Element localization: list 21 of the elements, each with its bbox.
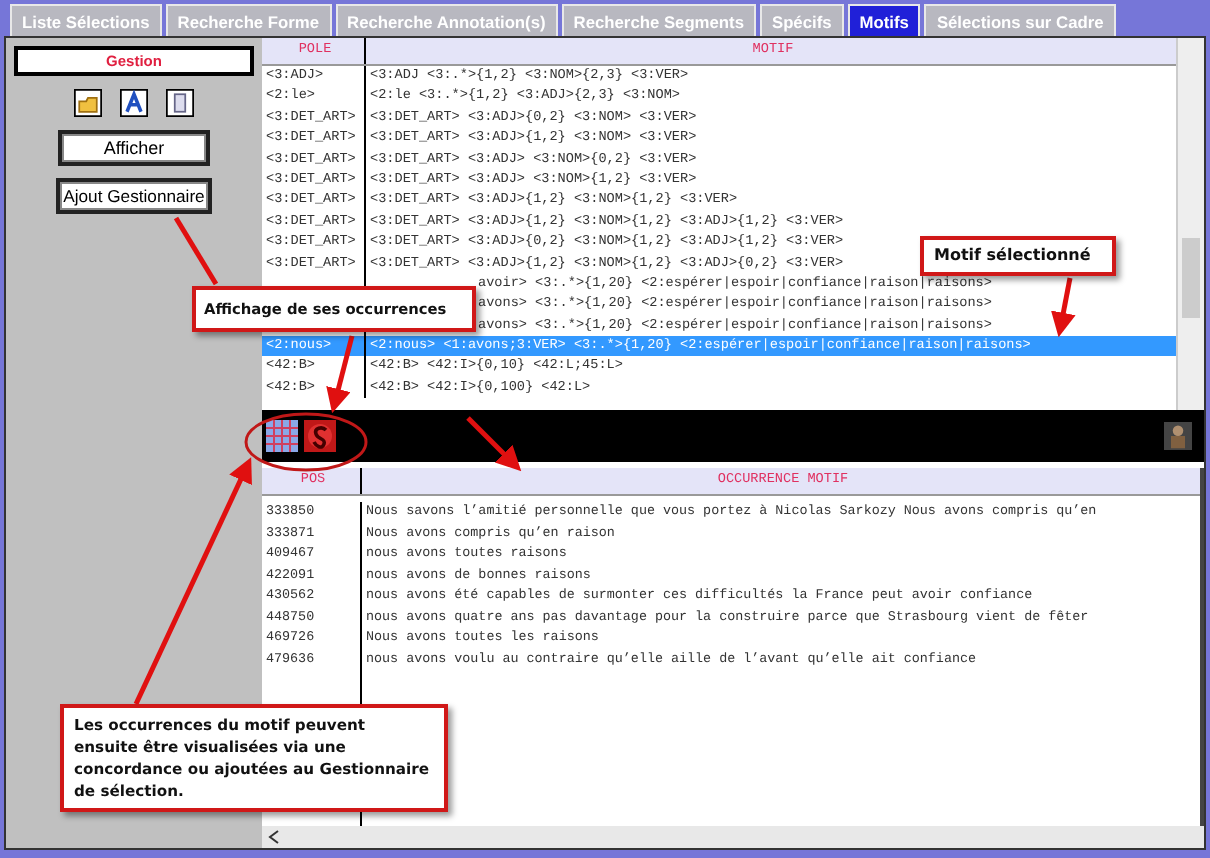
arrow xyxy=(1051,277,1076,338)
tab[interactable]: Recherche Forme xyxy=(165,4,332,36)
arrow xyxy=(466,416,522,472)
tab[interactable]: Motifs xyxy=(847,4,921,36)
folder-icon[interactable] xyxy=(74,88,102,118)
highlight-ellipse xyxy=(244,412,368,472)
tab[interactable]: Spécifs xyxy=(759,4,844,36)
tab[interactable]: Recherche Segments xyxy=(561,4,756,36)
scroll-left-icon[interactable] xyxy=(268,830,280,844)
tab[interactable]: Sélections sur Cadre xyxy=(924,4,1116,36)
letter-icon[interactable] xyxy=(120,88,148,118)
panel-button[interactable]: Afficher xyxy=(58,130,210,166)
callout: Motif sélectionné xyxy=(920,236,1116,276)
tab[interactable]: Recherche Annotation(s) xyxy=(335,4,558,36)
horizontal-scrollbar[interactable] xyxy=(262,826,1204,848)
panel-button[interactable]: Ajout Gestionnaire xyxy=(56,178,212,214)
letter-s-icon[interactable] xyxy=(304,420,336,452)
figure-icon[interactable] xyxy=(1164,420,1192,452)
document-icon[interactable] xyxy=(166,88,194,118)
tab[interactable]: Liste Sélections xyxy=(10,4,162,36)
vertical-scrollbar[interactable] xyxy=(1176,38,1204,410)
